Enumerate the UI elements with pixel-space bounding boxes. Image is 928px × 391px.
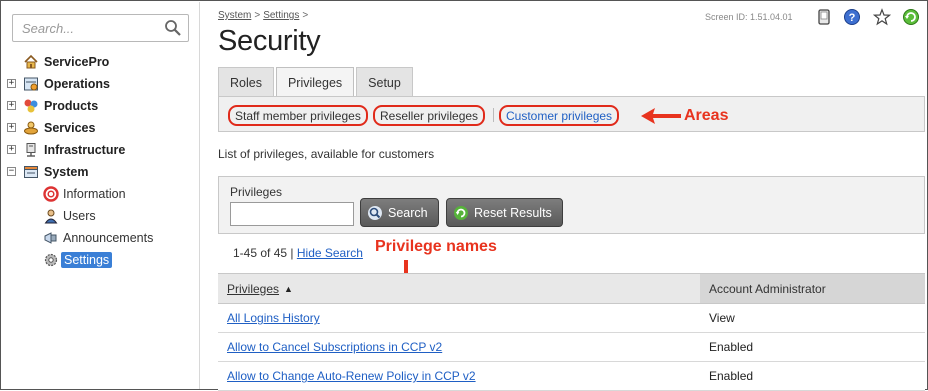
sidebar-item-operations[interactable]: + Operations [2,73,200,95]
sidebar-subitem-label: Users [63,209,96,223]
sidebar-item-infrastructure[interactable]: + Infrastructure [2,139,200,161]
search-icon [368,205,382,220]
sidebar-subitem-label: Announcements [63,231,154,245]
expand-icon[interactable]: + [7,101,16,110]
privilege-value-cell: View [709,311,735,325]
filter-panel: Privileges Search Reset Results [218,176,925,234]
area-staff-member-privileges[interactable]: Staff member privileges [228,105,368,126]
area-reseller-privileges[interactable]: Reseller privileges [373,105,486,126]
sidebar-subitem-users[interactable]: Users [2,205,200,227]
annotation-arrow-left [641,108,681,124]
table-row: Allow to Cancel Subscriptions in CCP v2 … [218,333,925,362]
privileges-table: Privileges ▲ Account Administrator All L… [218,273,925,391]
search-button-label: Search [388,205,428,220]
page-title: Security [218,25,321,57]
table-header: Privileges ▲ Account Administrator [218,274,925,304]
privilege-name-cell: All Logins History [218,304,700,332]
sidebar-subitem-label: Settings [61,252,113,268]
search-icon[interactable] [164,19,182,37]
reset-results-button[interactable]: Reset Results [446,198,563,227]
privileges-filter-label: Privileges [230,185,283,199]
expand-icon[interactable]: + [7,145,16,154]
sidebar-subitem-information[interactable]: Information [2,183,200,205]
table-row: Allow to Change Auto-Renew Policy in CCP… [218,362,925,391]
nav-root-label: ServicePro [44,55,110,69]
hide-search-link[interactable]: Hide Search [297,246,363,260]
annotation-privilege-names: Privilege names [375,238,497,255]
sidebar-item-label: Infrastructure [44,143,126,157]
table-row: All Logins History View [218,304,925,333]
sidebar-item-products[interactable]: + Products [2,95,200,117]
help-icon[interactable]: ? [843,8,861,26]
sidebar-search-input[interactable] [13,15,158,41]
tab-privileges[interactable]: Privileges [275,67,355,98]
nav-root[interactable]: ServicePro [2,51,200,73]
screen-id: Screen ID: 1.51.04.01 [705,12,793,22]
sidebar-subitem-settings[interactable]: Settings [2,249,200,271]
operations-icon [24,77,38,91]
expand-icon[interactable]: + [7,123,16,132]
nav-tree: ServicePro + Operations + Products + Ser… [2,51,200,271]
search-button[interactable]: Search [360,198,439,227]
sidebar-item-label: Operations [44,77,110,91]
areas-bar: Staff member privileges Reseller privile… [218,96,925,132]
privilege-name-cell: Allow to Change Auto-Renew Policy in CCP… [218,362,700,390]
sidebar-subitem-label: Information [63,187,126,201]
expand-icon[interactable]: + [7,79,16,88]
sidebar-item-label: Services [44,121,96,135]
breadcrumb-link[interactable]: System [218,10,251,21]
breadcrumb: System > Settings > [218,10,309,21]
home-icon [24,54,38,69]
sidebar-subitem-announcements[interactable]: Announcements [2,227,200,249]
privilege-link[interactable]: All Logins History [227,311,320,325]
users-icon [44,209,58,224]
page-description: List of privileges, available for custom… [218,147,435,161]
document-icon[interactable] [815,8,833,26]
information-icon [43,186,59,202]
tab-roles[interactable]: Roles [218,67,274,97]
privileges-filter-input[interactable] [230,202,354,226]
sort-privileges-link[interactable]: Privileges [227,282,279,296]
app-frame: ServicePro + Operations + Products [0,0,928,391]
results-count: 1-45 of 45 | Hide Search [233,246,363,260]
results-count-text: 1-45 of 45 [233,246,288,260]
system-icon [24,166,38,178]
services-icon [24,121,38,135]
collapse-icon[interactable]: − [7,167,16,176]
sidebar-item-label: Products [44,99,99,113]
reset-button-label: Reset Results [474,205,552,220]
breadcrumb-link[interactable]: Settings [263,10,299,21]
sidebar: ServicePro + Operations + Products [2,2,200,389]
area-separator [493,108,494,122]
star-icon[interactable] [873,8,891,26]
tab-setup[interactable]: Setup [356,67,413,97]
column-header-account-administrator: Account Administrator [700,274,925,303]
results-separator: | [290,246,294,260]
infrastructure-icon [26,143,36,157]
sort-ascending-icon[interactable]: ▲ [284,284,293,294]
products-icon [24,99,38,113]
privilege-value-cell: Enabled [709,369,754,383]
privilege-link[interactable]: Allow to Change Auto-Renew Policy in CCP… [227,369,476,383]
sidebar-search [12,14,189,42]
sidebar-item-services[interactable]: + Services [2,117,200,139]
privilege-name-cell: Allow to Cancel Subscriptions in CCP v2 [218,333,700,361]
privilege-value-cell: Enabled [709,340,754,354]
tab-bar: Roles Privileges Setup [218,67,415,98]
reset-icon [454,205,468,220]
main-content: System > Settings > Security Screen ID: 1.5… [201,2,928,391]
svg-text:?: ? [849,12,856,24]
annotation-areas: Areas [684,107,729,124]
privilege-link[interactable]: Allow to Cancel Subscriptions in CCP v2 [227,340,442,354]
sidebar-item-label: System [44,165,89,179]
sidebar-item-system[interactable]: − System [2,161,200,183]
settings-icon [44,253,58,267]
column-header-privileges[interactable]: Privileges ▲ [218,274,700,303]
refresh-icon[interactable] [902,8,920,26]
announcements-icon [44,232,57,244]
area-customer-privileges[interactable]: Customer privileges [499,105,620,126]
